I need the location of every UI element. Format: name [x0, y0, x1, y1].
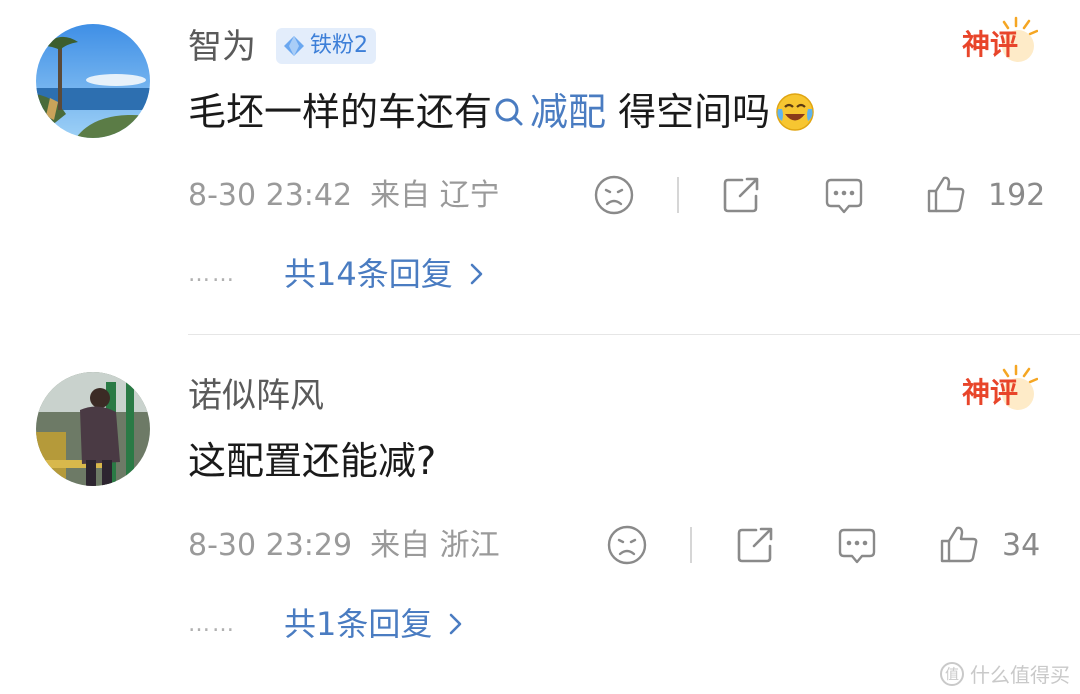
- comment-content: 毛坯一样的车还有 减配 得空间吗: [188, 88, 816, 136]
- avatar[interactable]: [36, 24, 150, 138]
- share-button[interactable]: [733, 523, 777, 567]
- location: 来自 辽宁: [370, 178, 500, 213]
- dislike-button[interactable]: [605, 523, 649, 567]
- fan-badge-label: 铁粉2: [310, 33, 368, 58]
- dots: ……: [188, 611, 236, 637]
- watermark: 值 什么值得买: [940, 659, 1070, 688]
- like-count: 192: [988, 178, 1046, 213]
- like-button[interactable]: [924, 172, 968, 216]
- topic-link[interactable]: 减配: [492, 88, 606, 136]
- replies-link[interactable]: …… 共1条回复: [188, 604, 466, 644]
- timestamp: 8-30 23:42: [188, 178, 353, 213]
- dislike-button[interactable]: [592, 173, 636, 217]
- comment-meta: 8-30 23:29 来自 浙江: [188, 528, 500, 564]
- chevron-right-icon: [450, 613, 462, 635]
- comment-icon: [825, 178, 863, 214]
- divider: [188, 334, 1080, 335]
- fan-badge[interactable]: 铁粉2: [276, 28, 376, 64]
- share-icon: [737, 527, 773, 563]
- shenping-label: 神评: [962, 28, 1018, 61]
- dislike-face-icon: [594, 175, 634, 215]
- avatar[interactable]: [36, 372, 150, 486]
- comment-content: 这配置还能减?: [188, 437, 436, 485]
- comment-icon: [838, 528, 876, 564]
- like-thumb-icon: [940, 526, 978, 563]
- comment-meta: 8-30 23:42 来自 辽宁: [188, 178, 500, 214]
- separator: [690, 527, 692, 563]
- content-text: 毛坯一样的车还有: [188, 90, 493, 134]
- username[interactable]: 智为: [188, 27, 256, 67]
- shenping-badge: 神评: [962, 364, 1038, 410]
- shenping-label: 神评: [962, 376, 1018, 409]
- dots: ……: [188, 261, 236, 287]
- smzdm-logo-icon: 值: [940, 661, 964, 686]
- comment-button[interactable]: [835, 523, 879, 567]
- content-text-after: 得空间吗: [606, 90, 771, 134]
- timestamp: 8-30 23:29: [188, 528, 353, 563]
- shenping-badge: 神评: [962, 16, 1038, 62]
- search-icon: [495, 98, 523, 126]
- location: 来自 浙江: [370, 528, 500, 563]
- chevron-right-icon: [470, 263, 483, 285]
- comment-button[interactable]: [822, 173, 866, 217]
- like-thumb-icon: [927, 176, 965, 213]
- like-button[interactable]: [937, 522, 981, 566]
- watermark-text: 什么值得买: [970, 663, 1070, 687]
- separator: [677, 177, 679, 213]
- like-count: 34: [1002, 528, 1041, 563]
- replies-label: 共14条回复: [284, 255, 453, 293]
- replies-label: 共1条回复: [284, 605, 433, 643]
- diamond-icon: [284, 36, 304, 56]
- replies-link[interactable]: …… 共14条回复: [188, 254, 487, 294]
- username[interactable]: 诺似阵风: [188, 376, 324, 416]
- share-icon: [723, 177, 759, 213]
- content-text: 这配置还能减?: [188, 439, 437, 483]
- dislike-face-icon: [607, 525, 647, 565]
- laugh-cry-emoji: [776, 93, 814, 131]
- share-button[interactable]: [719, 173, 763, 217]
- topic-label: 减配: [530, 90, 607, 134]
